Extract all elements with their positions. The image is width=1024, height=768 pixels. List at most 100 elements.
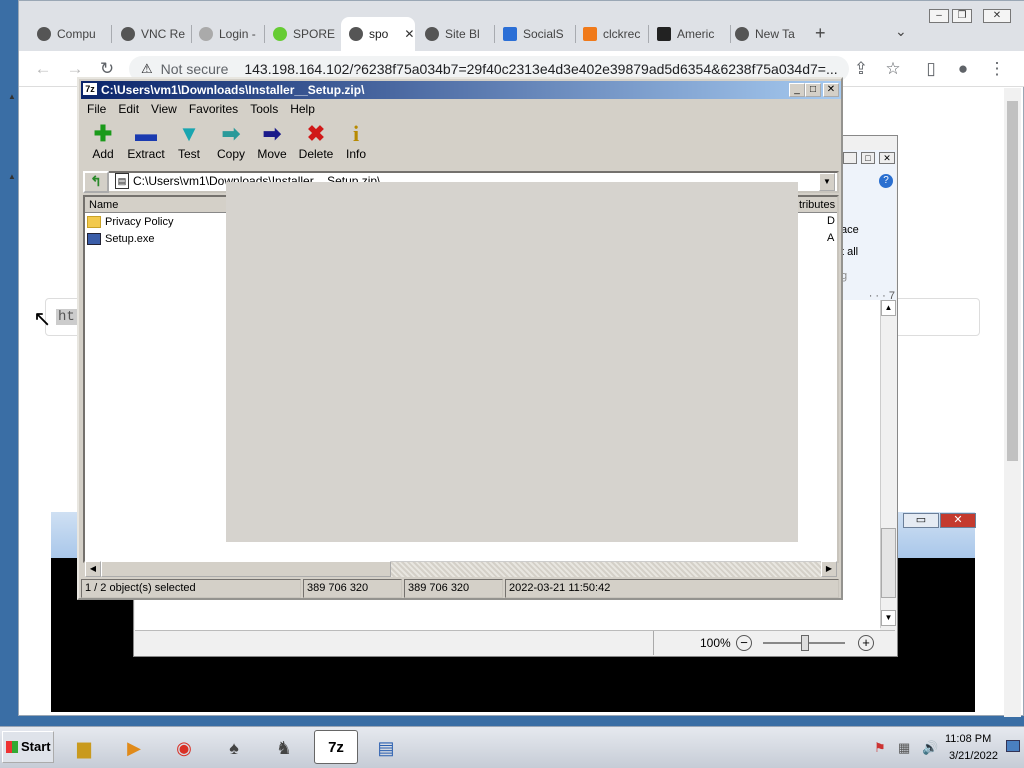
tab-social[interactable]: SocialS — [495, 17, 575, 51]
delete-x-icon: ✖ — [306, 121, 326, 146]
new-tab-button[interactable]: + — [815, 23, 826, 44]
tab-login[interactable]: Login - — [191, 17, 263, 51]
menu-edit[interactable]: Edit — [112, 102, 145, 116]
tab-compu[interactable]: Compu — [29, 17, 109, 51]
wordpad-vertical-scrollbar[interactable]: ▲ ▼ — [880, 300, 896, 628]
wordpad-taskbar-icon[interactable]: ▤ — [364, 730, 408, 764]
clock-date[interactable]: 3/21/2022 — [949, 750, 998, 762]
zoom-out-button[interactable]: − — [736, 635, 752, 651]
replace-button[interactable]: ace — [841, 224, 859, 236]
column-name[interactable]: Name — [85, 197, 225, 213]
tab-label: VNC Re — [141, 27, 186, 41]
explorer-taskbar-icon[interactable]: ▆ — [62, 730, 106, 764]
sevenzip-taskbar-icon[interactable]: 7z — [314, 730, 358, 764]
sevenzip-close-button[interactable]: ✕ — [823, 83, 839, 97]
sevenzip-minimize-button[interactable]: _ — [789, 83, 805, 97]
scroll-right-arrow-icon[interactable]: ▶ — [821, 561, 837, 577]
list-item[interactable]: Setup.exe — [87, 231, 155, 247]
menu-tools[interactable]: Tools — [244, 102, 284, 116]
sevenzip-menubar: File Edit View Favorites Tools Help — [81, 99, 841, 119]
up-folder-button[interactable]: ↰ — [83, 171, 109, 193]
folder-icon — [87, 216, 101, 228]
list-item[interactable]: Privacy Policy — [87, 214, 173, 230]
share-icon[interactable]: ⇪ — [851, 59, 871, 79]
volume-icon[interactable]: 🔊 — [922, 740, 938, 756]
file-attr: A — [827, 232, 835, 244]
scroll-left-arrow-icon[interactable]: ◀ — [85, 561, 101, 577]
chess-taskbar-icon[interactable]: ♞ — [262, 730, 306, 764]
forward-arrow-icon[interactable]: → — [65, 59, 85, 79]
tab-vnc[interactable]: VNC Re — [113, 17, 189, 51]
status-modified: 2022-03-21 11:50:42 — [505, 579, 839, 598]
profile-avatar-icon[interactable]: ● — [953, 59, 973, 79]
zoom-in-button[interactable]: + — [858, 635, 874, 651]
start-button[interactable]: Start — [2, 731, 54, 763]
tab-american[interactable]: Americ — [649, 17, 729, 51]
tool-label: Copy — [216, 147, 245, 161]
tab-search-chevron-icon[interactable]: ⌄ — [895, 23, 907, 40]
sevenzip-toolbar: ✚ Add ▬ Extract ▼ Test ➡ Copy ➡ Move ✖ Delete … — [83, 121, 841, 167]
path-dropdown-arrow-icon[interactable]: ▼ — [819, 173, 835, 191]
menu-help[interactable]: Help — [284, 102, 321, 116]
page-scroll-thumb[interactable] — [1007, 101, 1018, 461]
info-button[interactable]: i Info — [336, 121, 376, 167]
sevenzip-maximize-button[interactable]: □ — [805, 83, 821, 97]
clock-time[interactable]: 11:08 PM — [945, 733, 991, 745]
start-label: Start — [21, 739, 51, 754]
column-attributes[interactable]: tributes — [795, 197, 839, 213]
action-center-flag-icon[interactable]: ⚑ — [874, 740, 886, 756]
sevenzip-titlebar[interactable]: C:\Users\vm1\Downloads\Installer__Setup.… — [81, 81, 841, 99]
left-panel-arrow-icon: ▲ — [8, 172, 16, 181]
move-button[interactable]: ➡ Move — [252, 121, 292, 167]
maximize-button[interactable]: ❐ — [952, 9, 972, 23]
tab-new-tab[interactable]: New Ta — [727, 17, 803, 51]
status-packed-size: 389 706 320 — [404, 579, 503, 598]
tool-label: Move — [257, 147, 287, 161]
close-button[interactable]: ✕ — [983, 9, 1011, 23]
wordpad-scroll-thumb[interactable] — [881, 528, 896, 598]
bookmark-star-icon[interactable]: ☆ — [883, 59, 903, 79]
wordpad-minimize-button[interactable] — [843, 152, 857, 164]
tool-label: Delete — [298, 147, 334, 161]
arrow-icon — [503, 27, 517, 41]
menu-kebab-icon[interactable]: ⋮ — [987, 59, 1007, 79]
menu-file[interactable]: File — [81, 102, 112, 116]
close-tab-icon[interactable]: ✕ — [404, 27, 414, 41]
help-icon[interactable]: ? — [879, 174, 893, 188]
menu-view[interactable]: View — [145, 102, 183, 116]
network-icon[interactable]: ▦ — [898, 740, 910, 756]
wordpad-maximize-button[interactable]: □ — [861, 152, 875, 164]
minimize-button[interactable]: – — [929, 9, 949, 23]
security-label[interactable]: Not secure — [161, 61, 229, 77]
scroll-up-arrow-icon[interactable]: ▲ — [881, 300, 896, 316]
tab-site-blocker[interactable]: Site Bl — [417, 17, 493, 51]
media-restore-button[interactable]: ▭ — [903, 513, 939, 528]
solitaire-taskbar-icon[interactable]: ♠ — [212, 730, 256, 764]
tab-spore[interactable]: SPORE — [265, 17, 339, 51]
reload-icon[interactable]: ↻ — [97, 59, 117, 79]
horizontal-scroll-thumb[interactable] — [101, 561, 391, 577]
media-close-button[interactable]: ✕ — [940, 513, 976, 528]
warning-icon[interactable]: ⚠ — [141, 61, 153, 77]
chrome-taskbar-icon[interactable]: ◉ — [162, 730, 206, 764]
tab-spo-active[interactable]: spo ✕ — [341, 17, 415, 51]
side-panel-icon[interactable]: ▯ — [921, 59, 941, 79]
tab-label: SPORE — [293, 27, 336, 41]
wordpad-close-button[interactable]: ✕ — [879, 152, 895, 164]
tab-clckrec[interactable]: clckrec — [575, 17, 647, 51]
scroll-down-arrow-icon[interactable]: ▼ — [881, 610, 896, 626]
media-player-taskbar-icon[interactable]: ▶ — [112, 730, 156, 764]
back-arrow-icon[interactable]: ← — [33, 59, 53, 79]
show-desktop-button[interactable] — [1006, 740, 1020, 752]
link-icon — [199, 27, 213, 41]
select-all-button[interactable]: t all — [841, 246, 858, 258]
test-button[interactable]: ▼ Test — [169, 121, 209, 167]
wordpad-ribbon: □ ✕ ? ace t all g · · · 7 — [838, 150, 896, 302]
menu-favorites[interactable]: Favorites — [183, 102, 244, 116]
copy-button[interactable]: ➡ Copy — [211, 121, 251, 167]
extract-button[interactable]: ▬ Extract — [123, 121, 169, 167]
url-text[interactable]: 143.198.164.102/?6238f75a034b7=29f40c231… — [244, 61, 837, 77]
zoom-slider-handle[interactable] — [801, 635, 809, 651]
delete-button[interactable]: ✖ Delete — [293, 121, 339, 167]
add-button[interactable]: ✚ Add — [83, 121, 123, 167]
